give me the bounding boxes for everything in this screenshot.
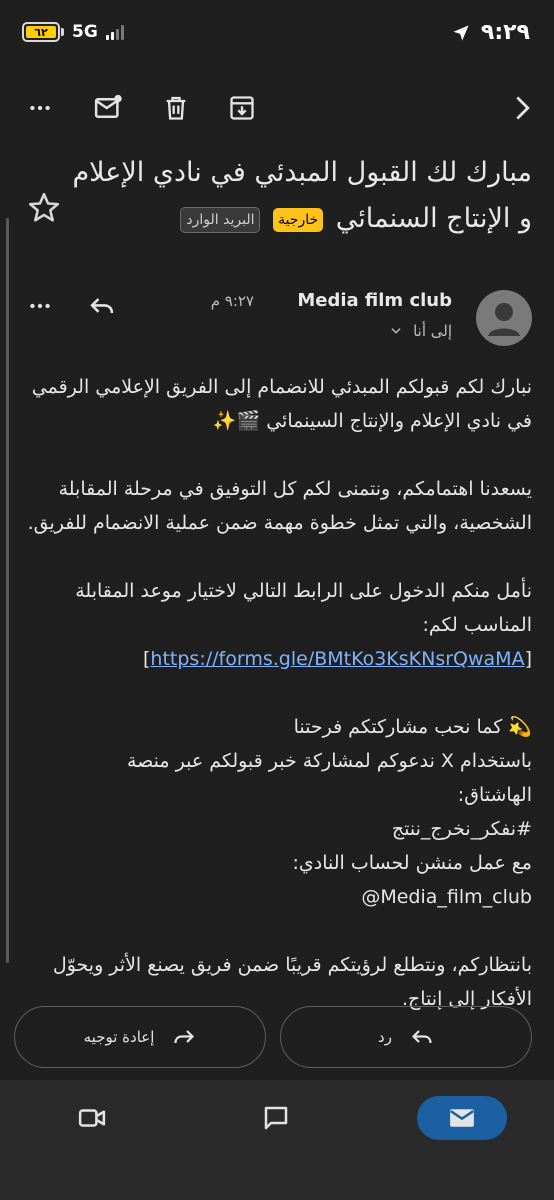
scrollbar[interactable] xyxy=(6,218,9,963)
forward-label: إعادة توجيه xyxy=(83,1028,155,1046)
network-type: 5G xyxy=(72,22,98,42)
body-paragraph: 💫 كما نحب مشاركتكم فرحتنا باستخدام X ندع… xyxy=(22,710,532,914)
battery-level: ٦٢ xyxy=(26,26,56,39)
mark-unread-button[interactable] xyxy=(84,80,132,136)
message-time: ٩:٢٧ م xyxy=(210,292,254,310)
email-body: نبارك لكم قبولكم المبدئي للانضمام إلى ال… xyxy=(22,370,532,1016)
hashtag: #نفكر_نخرج_ننتج xyxy=(391,818,532,840)
archive-button[interactable] xyxy=(218,80,266,136)
chevron-down-icon xyxy=(391,328,401,334)
reply-message-button[interactable] xyxy=(82,288,122,324)
more-icon xyxy=(30,303,50,309)
star-button[interactable] xyxy=(26,190,62,226)
nav-chat[interactable] xyxy=(254,1096,298,1140)
star-icon xyxy=(28,192,60,222)
avatar[interactable] xyxy=(476,290,532,346)
clock: ٩:٢٩ xyxy=(480,20,530,45)
forward-icon xyxy=(174,1030,195,1044)
nav-meet[interactable] xyxy=(70,1096,114,1140)
mail-icon xyxy=(450,1109,474,1127)
email-subject: مبارك لك القبول المبدئي في نادي الإعلام … xyxy=(62,150,532,242)
body-paragraph: نبارك لكم قبولكم المبدئي للانضمام إلى ال… xyxy=(31,376,532,432)
battery-icon: ٦٢ xyxy=(22,22,64,42)
form-link-wrapper: [https://forms.gle/BMtKo3KsKNsrQwaMA] xyxy=(143,648,532,670)
body-text: الهاشتاق: xyxy=(457,784,532,806)
delete-icon xyxy=(166,96,186,120)
next-message-button[interactable] xyxy=(498,80,546,136)
reply-icon xyxy=(411,1030,432,1044)
body-paragraph: يسعدنا اهتمامكم، ونتمنى لكم كل التوفيق ف… xyxy=(27,478,532,534)
body-text: مع عمل منشن لحساب النادي: xyxy=(292,852,533,874)
form-link[interactable]: https://forms.gle/BMtKo3KsKNsrQwaMA xyxy=(150,648,524,670)
body-text: نأمل منكم الدخول على الرابط التالي لاختي… xyxy=(75,580,532,636)
mention: @Media_film_club xyxy=(361,886,532,908)
reply-button[interactable]: رد xyxy=(280,1006,532,1068)
message-more-button[interactable] xyxy=(20,288,60,324)
label-external[interactable]: خارجية xyxy=(273,207,324,232)
body-text: 💫 كما نحب مشاركتكم فرحتنا xyxy=(293,716,532,738)
body-text: باستخدام X ندعوكم لمشاركة خبر قبولكم عبر… xyxy=(126,750,532,772)
next-icon xyxy=(516,96,530,120)
body-paragraph: نأمل منكم الدخول على الرابط التالي لاختي… xyxy=(22,574,532,676)
location-icon xyxy=(453,25,469,40)
more-options-button[interactable] xyxy=(16,80,64,136)
more-icon xyxy=(30,105,50,111)
chat-icon xyxy=(264,1106,288,1130)
status-bar: ٦٢ 5G ٩:٢٩ xyxy=(0,0,554,68)
signal-icon xyxy=(105,24,124,40)
mark-unread-icon xyxy=(94,94,122,118)
bottom-navigation xyxy=(0,1080,554,1200)
reply-icon xyxy=(90,298,114,314)
nav-mail[interactable] xyxy=(417,1096,507,1140)
recipient-toggle[interactable]: إلى أنا xyxy=(389,322,452,340)
archive-icon xyxy=(230,96,254,120)
toolbar xyxy=(0,80,554,136)
sender-name[interactable]: Media film club xyxy=(297,290,452,311)
delete-button[interactable] xyxy=(152,80,200,136)
video-icon xyxy=(78,1109,106,1127)
reply-label: رد xyxy=(378,1028,392,1046)
forward-button[interactable]: إعادة توجيه xyxy=(14,1006,266,1068)
person-icon xyxy=(488,303,520,336)
label-inbox[interactable]: البريد الوارد xyxy=(180,206,261,233)
recipient-label: إلى أنا xyxy=(413,322,452,340)
